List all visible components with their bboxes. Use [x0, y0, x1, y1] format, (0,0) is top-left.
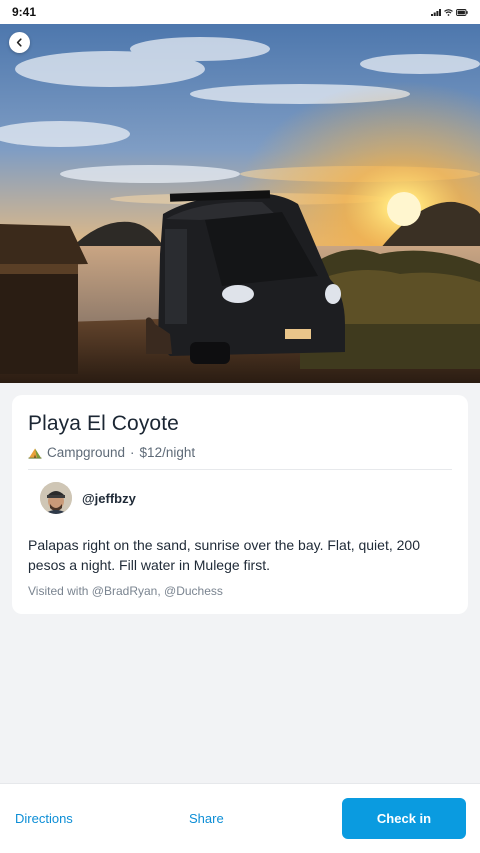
place-detail-screen: 9:41 Playa El Coyote Campground · $12/ni…: [0, 0, 480, 853]
meta-separator: ·: [130, 445, 135, 460]
directions-button[interactable]: Directions: [15, 811, 73, 826]
wifi-icon: [444, 8, 453, 16]
check-in-button[interactable]: Check in: [342, 798, 466, 839]
status-bar: 9:41: [0, 0, 480, 24]
place-card: Playa El Coyote Campground · $12/night @…: [12, 395, 468, 614]
tent-icon: [28, 448, 42, 459]
status-time: 9:41: [12, 5, 37, 19]
signal-icon: [431, 8, 441, 16]
hero-photo: [0, 24, 480, 383]
author-row[interactable]: @jeffbzy: [28, 482, 452, 514]
battery-icon: [456, 8, 468, 16]
status-icons: [431, 8, 468, 16]
place-title: Playa El Coyote: [28, 412, 179, 435]
avatar-image: [40, 482, 72, 514]
avatar[interactable]: [40, 482, 72, 514]
visited-with: Visited with @BradRyan, @Duchess: [28, 584, 223, 598]
hero-photo-image: [0, 24, 480, 383]
place-price: $12/night: [139, 445, 196, 460]
bottom-action-bar: Directions Share Check in: [0, 783, 480, 853]
review-text: Palapas right on the sand, sunrise over …: [28, 537, 420, 573]
author-username[interactable]: @jeffbzy: [82, 491, 136, 506]
divider: [28, 469, 452, 470]
place-meta: Campground · $12/night: [28, 445, 452, 460]
share-button[interactable]: Share: [189, 811, 224, 826]
chevron-left-icon: [16, 38, 22, 47]
back-button[interactable]: [9, 32, 30, 53]
place-category: Campground: [47, 445, 126, 460]
